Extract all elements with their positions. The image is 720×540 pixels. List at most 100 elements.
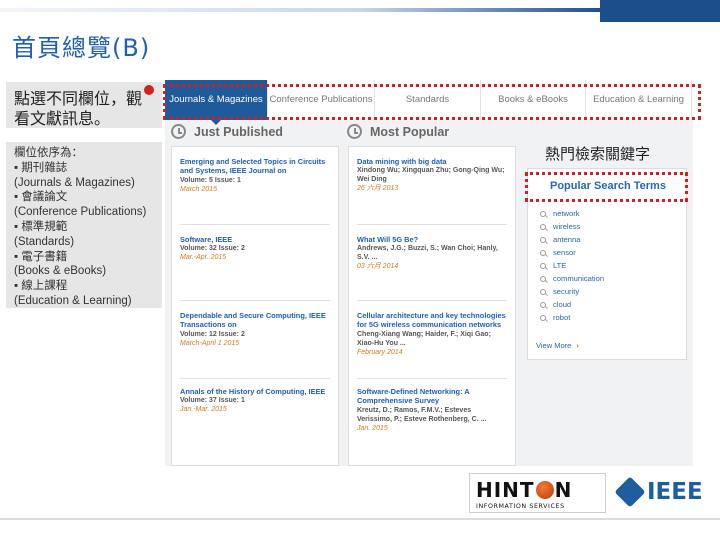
header-gradient-band: [0, 8, 600, 12]
list-item[interactable]: Annals of the History of Computing, IEEE…: [180, 387, 330, 459]
most-popular-title: Most Popular: [370, 124, 450, 139]
just-published-title: Just Published: [194, 124, 283, 139]
publication-title-link[interactable]: Software, IEEE: [180, 235, 330, 244]
search-term-label: antenna: [553, 235, 581, 244]
tab-order-note: 欄位依序為： ▪ 期刊雜誌 (Journals & Magazines) ▪ 會…: [6, 142, 162, 308]
search-icon: [540, 223, 546, 230]
tab-order-item: ▪ 會議論文: [14, 191, 68, 204]
list-item[interactable]: What Will 5G Be? Andrews, J.G.; Buzzi, S…: [357, 235, 507, 301]
publication-title-link[interactable]: Emerging and Selected Topics in Circuits…: [180, 157, 330, 176]
search-icon: [540, 288, 546, 295]
clock-icon: [171, 124, 186, 139]
ieee-wordmark: IEEE: [647, 479, 703, 505]
popular-terms-callout-label: 熱門檢索關鍵字: [545, 146, 651, 163]
tab-order-item: (Education & Learning): [14, 294, 132, 307]
hinton-logo: HINT N INFORMATION SERVICES: [469, 473, 606, 513]
most-popular-header: Most Popular: [347, 124, 449, 139]
search-term-link[interactable]: LTE: [540, 259, 604, 272]
search-term-label: network: [553, 209, 580, 218]
publication-volume: Volume: 32 Issue: 2: [180, 245, 245, 253]
publication-volume: Volume: 37 Issue: 1: [180, 397, 245, 405]
list-item[interactable]: Emerging and Selected Topics in Circuits…: [180, 157, 330, 225]
article-title-link[interactable]: What Will 5G Be?: [357, 235, 507, 244]
tab-order-item: (Books & eBooks): [14, 265, 107, 278]
just-published-column: Emerging and Selected Topics in Circuits…: [171, 146, 339, 466]
article-authors: Andrews, J.G.; Buzzi, S.; Wan Choi; Hanl…: [357, 245, 498, 262]
ieee-diamond-icon: [614, 476, 646, 508]
hinton-subtitle: INFORMATION SERVICES: [476, 503, 565, 510]
view-more-link[interactable]: View More ›: [536, 341, 579, 350]
header-corner-block: [600, 0, 720, 22]
publication-date: March-April 1 2015: [180, 339, 240, 347]
search-term-link[interactable]: cloud: [540, 298, 604, 311]
instruction-note: 點選不同欄位，觀看文獻訊息。: [6, 82, 162, 128]
search-icon: [540, 262, 546, 269]
article-date: February 2014: [357, 348, 403, 356]
search-term-link[interactable]: sensor: [540, 246, 604, 259]
search-icon: [540, 275, 546, 282]
search-term-label: cloud: [553, 300, 572, 309]
article-authors: Kreutz, D.; Ramos, F.M.V.; Esteves Veris…: [357, 406, 487, 423]
list-item[interactable]: Cellular architecture and key technologi…: [357, 311, 507, 379]
search-term-link[interactable]: security: [540, 285, 604, 298]
publication-date: Mar.-Apr. 2015: [180, 254, 227, 262]
search-term-label: sensor: [553, 248, 576, 257]
clock-icon: [347, 124, 362, 139]
tab-order-item: ▪ 線上課程: [14, 280, 68, 293]
list-item[interactable]: Data mining with big data Xindong Wu; Xi…: [357, 157, 507, 225]
orange-ball-icon: [535, 481, 554, 499]
article-date: 03 六月 2014: [357, 263, 399, 271]
tab-order-heading: 欄位依序為：: [14, 147, 83, 159]
article-date: Jan. 2015: [357, 424, 388, 432]
article-date: 26 六月 2013: [357, 185, 399, 193]
tab-order-item: ▪ 標準規範: [14, 220, 68, 233]
slide-title: 首頁總覽(B): [12, 34, 151, 62]
list-item[interactable]: Software, IEEE Volume: 32 Issue: 2 Mar.-…: [180, 235, 330, 301]
article-authors: Cheng-Xiang Wang; Haider, F.; Xiqi Gao; …: [357, 330, 491, 347]
article-title-link[interactable]: Cellular architecture and key technologi…: [357, 311, 507, 330]
search-icon: [540, 236, 546, 243]
popular-search-list: network wireless antenna sensor LTE comm…: [540, 207, 604, 324]
publication-volume: Volume: 5 Issue: 1: [180, 176, 241, 184]
popular-terms-highlight-box: [525, 172, 688, 202]
tab-order-item: (Journals & Magazines): [14, 176, 135, 189]
search-term-link[interactable]: network: [540, 207, 604, 220]
publication-volume: Volume: 12 Issue: 2: [180, 330, 245, 338]
view-more-label: View More: [536, 341, 572, 350]
search-term-link[interactable]: wireless: [540, 220, 604, 233]
tab-order-item: (Standards): [14, 235, 75, 248]
publication-title-link[interactable]: Dependable and Secure Computing, IEEE Tr…: [180, 311, 330, 330]
footer-divider: [0, 518, 720, 520]
search-term-link[interactable]: robot: [540, 311, 604, 324]
search-term-label: communication: [553, 274, 605, 283]
hinton-wordmark: HINT N: [476, 478, 573, 502]
search-icon: [540, 210, 546, 217]
tab-order-item: (Conference Publications): [14, 206, 147, 219]
slide-header-bar: [0, 0, 720, 22]
just-published-header: Just Published: [171, 124, 283, 139]
article-title-link[interactable]: Software-Defined Networking: A Comprehen…: [357, 387, 507, 406]
search-term-link[interactable]: antenna: [540, 233, 604, 246]
list-item[interactable]: Software-Defined Networking: A Comprehen…: [357, 387, 507, 459]
search-icon: [540, 314, 546, 321]
tab-order-item: ▪ 電子書籍: [14, 250, 68, 263]
callout-dot: [144, 85, 154, 95]
search-term-label: security: [553, 287, 580, 296]
publication-title-link[interactable]: Annals of the History of Computing, IEEE: [180, 387, 330, 396]
tabs-highlight-box: [163, 84, 701, 120]
search-icon: [540, 249, 546, 256]
ieee-logo: IEEE: [613, 475, 708, 511]
search-term-link[interactable]: communication: [540, 272, 604, 285]
most-popular-column: Data mining with big data Xindong Wu; Xi…: [348, 146, 516, 466]
article-title-link[interactable]: Data mining with big data: [357, 157, 507, 166]
list-item[interactable]: Dependable and Secure Computing, IEEE Tr…: [180, 311, 330, 379]
chevron-right-icon: ›: [576, 341, 579, 350]
search-term-label: wireless: [553, 222, 581, 231]
search-term-label: robot: [553, 313, 571, 322]
search-term-label: LTE: [553, 261, 567, 270]
search-icon: [540, 301, 546, 308]
publication-date: Jan.-Mar. 2015: [180, 406, 227, 414]
tab-order-item: ▪ 期刊雜誌: [14, 161, 68, 174]
article-authors: Xindong Wu; Xingquan Zhu; Gong-Qing Wu; …: [357, 167, 505, 184]
publication-date: March 2015: [180, 185, 217, 193]
